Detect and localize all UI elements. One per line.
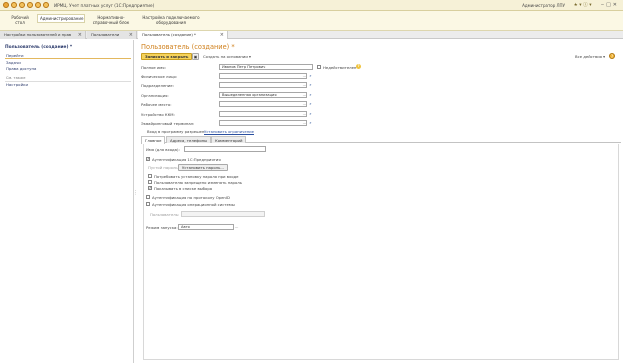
show-in-list-label: Показывать в списке выбора xyxy=(154,186,213,191)
form-title: Пользователь (создание) * xyxy=(141,43,235,51)
close-icon[interactable]: × xyxy=(78,31,82,39)
close-icon[interactable]: × xyxy=(220,31,224,39)
window-tab-users[interactable]: Пользователи × xyxy=(87,31,137,39)
tab-main[interactable]: Главное xyxy=(141,136,166,144)
acquiring-field[interactable] xyxy=(219,120,307,126)
auth-os-label: Аутентификация операционной системы xyxy=(152,202,235,207)
nav-item-settings[interactable]: Настройки xyxy=(6,82,28,87)
section-administration[interactable]: Администрирование xyxy=(37,14,85,23)
user-form: Пользователь (создание) * Записать и зак… xyxy=(137,40,623,363)
navigation-panel: Пользователь (создание) * Перейти Задачи… xyxy=(0,40,134,363)
person-label: Физическое лицо: xyxy=(141,74,178,79)
nav-item-tasks[interactable]: Задачи xyxy=(6,60,21,65)
app-menu-icon[interactable] xyxy=(3,2,9,8)
kkm-field[interactable] xyxy=(219,111,307,117)
section-desktop[interactable]: Рабочий стол xyxy=(6,14,34,26)
window-title-bar: ИРМЦ. Учет платных услуг (1С:Предприятие… xyxy=(0,0,623,11)
history-icon[interactable] xyxy=(35,2,41,8)
open-windows-bar: Настройки пользователей и прав × Пользов… xyxy=(0,31,623,39)
nav-item-access-rights[interactable]: Права доступа xyxy=(6,66,36,71)
open-icon[interactable]: ⌕ xyxy=(308,82,313,88)
section-reference[interactable]: Нормативно-справочный блок xyxy=(88,14,134,26)
auth-1c-label: Аутентификация 1С:Предприятия xyxy=(152,157,221,162)
os-user-label: Пользователь: xyxy=(150,212,180,217)
launch-mode-select[interactable]: Авто xyxy=(178,224,234,230)
os-user-field xyxy=(181,211,265,217)
sections-panel: Рабочий стол Администрирование Нормативн… xyxy=(0,11,623,31)
full-name-label: Полное имя: xyxy=(141,65,166,70)
dropdown-icon[interactable]: … xyxy=(234,224,239,230)
dropdown-icon[interactable]: … xyxy=(302,120,307,126)
auth-openid-label: Аутентификация по протоколу OpenID xyxy=(152,195,230,200)
person-field[interactable] xyxy=(219,73,307,79)
dropdown-icon[interactable]: … xyxy=(302,111,307,117)
dropdown-icon[interactable]: … xyxy=(302,101,307,107)
form-tabs: Главное Адреса, телефоны Комментарий xyxy=(141,136,621,144)
home-icon[interactable] xyxy=(27,2,33,8)
set-restriction-link[interactable]: Установить ограничение xyxy=(204,129,254,134)
dropdown-icon[interactable]: … xyxy=(302,73,307,79)
invalid-checkbox[interactable] xyxy=(317,65,321,69)
section-equipment[interactable]: Настройка подключаемого оборудования xyxy=(136,14,206,26)
create-based-on-label: Создать на основании xyxy=(203,54,248,59)
open-icon[interactable]: ⌕ xyxy=(308,111,313,117)
auth-os-checkbox[interactable] xyxy=(146,202,150,206)
tab-addresses[interactable]: Адреса, телефоны xyxy=(166,136,212,143)
organization-label: Организация: xyxy=(141,93,169,98)
empty-password-label: Пустой пароль xyxy=(148,165,178,170)
back-icon[interactable] xyxy=(11,2,17,8)
window-tab-label: Пользователь (создание) * xyxy=(142,32,196,37)
forbid-password-change-label: Пользователю запрещено изменять пароль xyxy=(154,180,242,185)
window-tab-user-settings[interactable]: Настройки пользователей и прав × xyxy=(0,31,86,39)
login-name-label: Имя (для входа): xyxy=(146,147,180,152)
require-password-change-label: Потребовать установку пароля при входе xyxy=(154,174,239,179)
help-icon[interactable]: ? xyxy=(356,64,361,69)
acquiring-label: Эквайринговый терминал: xyxy=(141,121,195,126)
current-user[interactable]: Администратор ЛПУ xyxy=(522,3,565,8)
panel-title: Пользователь (создание) * xyxy=(5,45,73,50)
organization-field[interactable]: Вышеделенная организация xyxy=(219,92,307,98)
full-name-field[interactable]: Иванов Петр Петрович xyxy=(219,64,313,70)
dropdown-icon[interactable]: … xyxy=(302,82,307,88)
open-icon[interactable]: ⌕ xyxy=(308,73,313,79)
set-password-button[interactable]: Установить пароль... xyxy=(178,164,228,171)
department-label: Подразделение: xyxy=(141,83,174,88)
window-title: ИРМЦ. Учет платных услуг (1С:Предприятие… xyxy=(54,3,155,8)
login-allowed-label: Вход в программу разрешен xyxy=(147,129,205,134)
tab-main-content: Имя (для входа): ✓ Аутентификация 1С:Пре… xyxy=(143,144,619,360)
open-icon[interactable]: ⌕ xyxy=(308,101,313,107)
login-name-field[interactable] xyxy=(184,146,266,152)
see-also-label: См. также xyxy=(6,76,26,80)
show-in-list-checkbox[interactable]: ✓ xyxy=(148,186,152,190)
launch-mode-label: Режим запуска: xyxy=(146,225,178,230)
dropdown-icon[interactable]: … xyxy=(302,92,307,98)
help-icon[interactable]: ? xyxy=(609,53,615,59)
window-tab-label: Настройки пользователей и прав xyxy=(4,32,72,37)
forward-icon[interactable] xyxy=(19,2,25,8)
department-field[interactable] xyxy=(219,82,307,88)
nav-divider xyxy=(5,58,131,59)
auth-openid-checkbox[interactable] xyxy=(146,195,150,199)
forbid-password-change-checkbox[interactable] xyxy=(148,180,152,184)
auth-1c-checkbox[interactable]: ✓ xyxy=(146,157,150,161)
close-icon[interactable]: × xyxy=(129,31,133,39)
all-actions-label: Все действия xyxy=(575,54,602,59)
window-tab-label: Пользователи xyxy=(91,32,120,37)
workplace-label: Рабочее место: xyxy=(141,102,172,107)
save-icon[interactable]: ▣ xyxy=(192,53,199,60)
open-icon[interactable]: ⌕ xyxy=(308,120,313,126)
invalid-label: Недействителен xyxy=(323,65,357,70)
kkm-label: Устройство ККМ: xyxy=(141,112,175,117)
favorites-icon[interactable] xyxy=(43,2,49,8)
save-and-close-button[interactable]: Записать и закрыть xyxy=(141,53,193,60)
toolbar-icons[interactable]: ★▾ⓘ▾ xyxy=(574,2,593,8)
open-icon[interactable]: ⌕ xyxy=(308,92,313,98)
window-controls[interactable]: ‒□✕ xyxy=(601,2,619,8)
workplace-field[interactable] xyxy=(219,101,307,107)
require-password-change-checkbox[interactable] xyxy=(148,174,152,178)
window-tab-user-create[interactable]: Пользователь (создание) * × xyxy=(138,31,228,39)
tab-comment[interactable]: Комментарий xyxy=(211,136,247,143)
all-actions-menu[interactable]: Все действия ▾ xyxy=(575,54,605,59)
create-based-on-menu[interactable]: Создать на основании ▾ xyxy=(203,54,251,59)
